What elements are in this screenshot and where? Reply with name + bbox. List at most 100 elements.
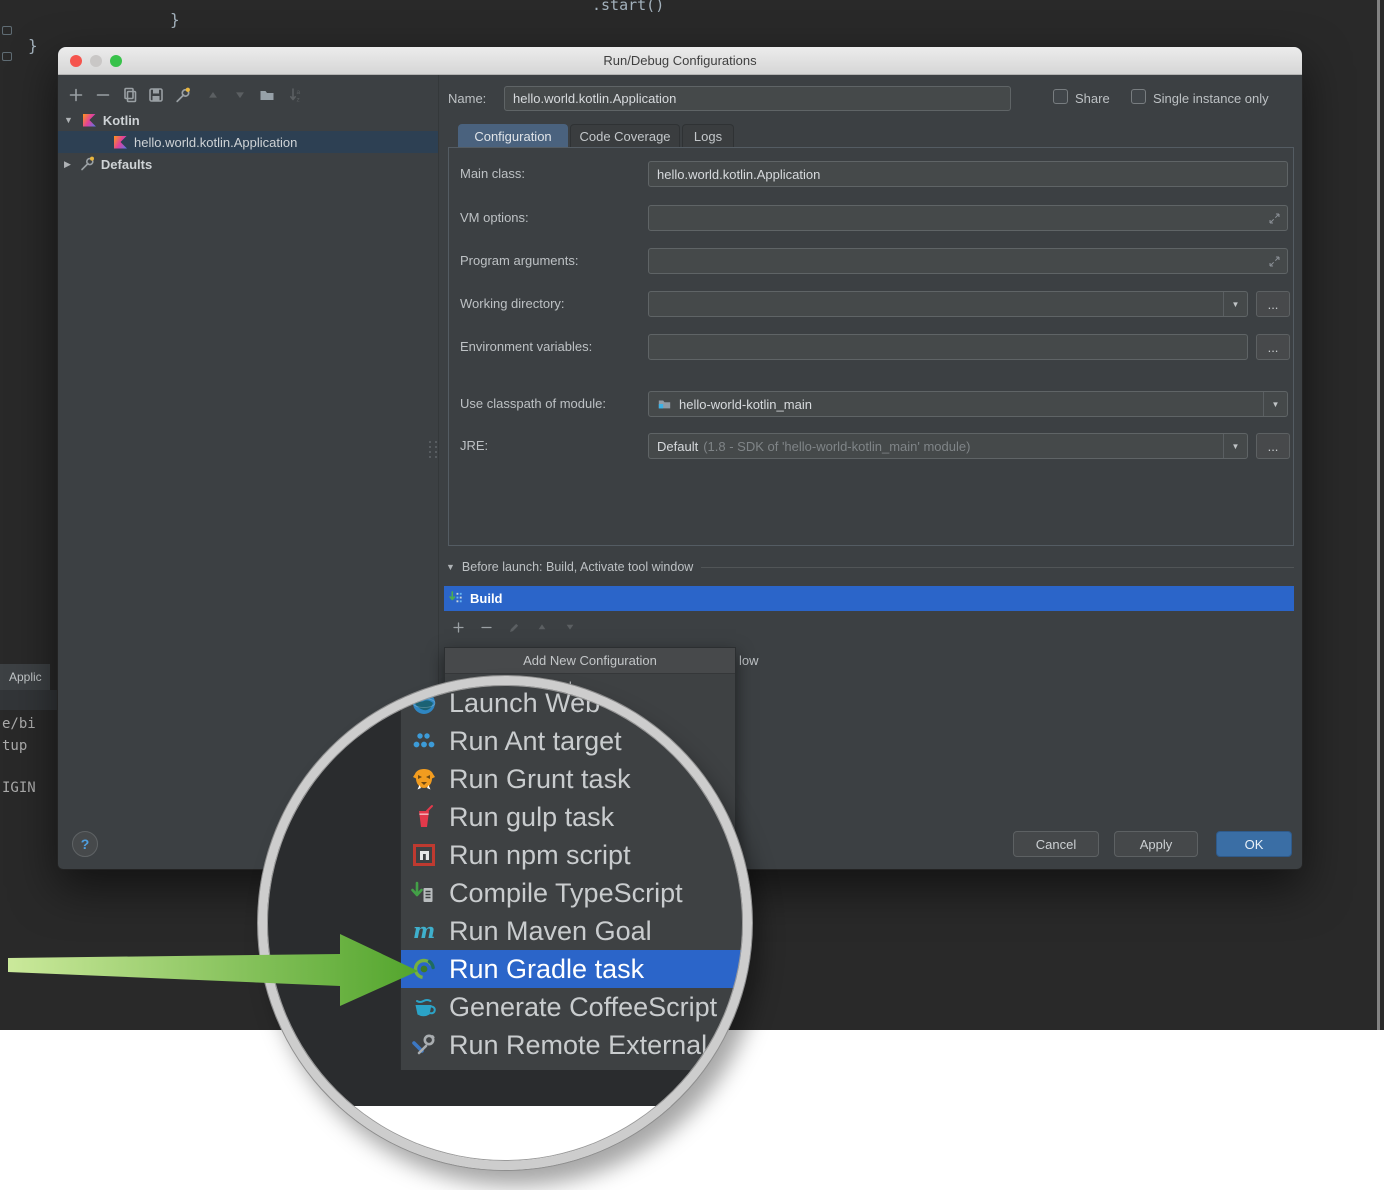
browse-jre-button[interactable]: ... <box>1256 433 1290 459</box>
program-arguments-input[interactable] <box>648 248 1288 274</box>
ok-button[interactable]: OK <box>1216 831 1292 857</box>
divider <box>701 567 1294 568</box>
svg-text:a: a <box>297 89 301 96</box>
pencil-icon <box>508 621 521 634</box>
name-value: hello.world.kotlin.Application <box>513 91 676 106</box>
browse-environment-variables-button[interactable]: ... <box>1256 334 1290 360</box>
tab-code-coverage[interactable]: Code Coverage <box>570 124 680 148</box>
menu-item-generate-coffeescript[interactable]: Generate CoffeeScript <box>401 988 752 1026</box>
remote-external-tool-icon <box>411 1032 437 1058</box>
cancel-button[interactable]: Cancel <box>1013 831 1099 857</box>
dialog-titlebar[interactable]: Run/Debug Configurations <box>58 47 1302 75</box>
chevron-right-icon[interactable]: ▶ <box>64 159 71 170</box>
console-text: e/bi <box>2 716 36 732</box>
vm-options-label: VM options: <box>460 210 529 225</box>
edit-defaults-button[interactable] <box>172 85 192 105</box>
minus-icon <box>480 621 493 634</box>
move-down-button[interactable] <box>230 85 250 105</box>
vm-options-input[interactable] <box>648 205 1288 231</box>
expand-field-icon[interactable] <box>1268 212 1281 225</box>
help-button[interactable]: ? <box>72 831 98 857</box>
environment-variables-input[interactable] <box>648 334 1248 360</box>
browse-working-directory-button[interactable]: ... <box>1256 291 1290 317</box>
console-text: tup <box>2 738 27 754</box>
minimize-window-button[interactable] <box>90 55 102 67</box>
menu-item-run-gradle-task[interactable]: Run Gradle task <box>401 950 752 988</box>
menu-item-run-npm-script[interactable]: Run npm script <box>401 836 752 874</box>
menu-item-label: Run Ant target <box>449 726 622 757</box>
menu-item-run-remote-external[interactable]: Run Remote External <box>401 1026 752 1064</box>
screenshot-stage: .start() } } Applic e/bi tup IGIN Run/De… <box>0 0 1384 1190</box>
menu-item-run-gulp-task[interactable]: Run gulp task <box>401 798 752 836</box>
expand-field-icon[interactable] <box>1268 255 1281 268</box>
typescript-icon <box>411 880 437 906</box>
name-input[interactable]: hello.world.kotlin.Application <box>504 86 1011 111</box>
menu-item-label: Launch Web <box>449 688 600 719</box>
sort-configurations-button[interactable]: az <box>286 85 306 105</box>
menu-item-launch-web[interactable]: Launch Web <box>401 684 752 722</box>
before-launch-header[interactable]: ▼ Before launch: Build, Activate tool wi… <box>446 560 1294 574</box>
before-launch-task-build[interactable]: Build <box>444 586 1294 611</box>
chevron-down-icon[interactable]: ▼ <box>1223 292 1247 316</box>
tab-configuration[interactable]: Configuration <box>458 124 568 148</box>
jre-combobox[interactable]: Default (1.8 - SDK of 'hello-world-kotli… <box>648 433 1248 459</box>
add-task-button[interactable] <box>448 617 468 637</box>
zoom-window-button[interactable] <box>110 55 122 67</box>
single-instance-checkbox[interactable] <box>1131 89 1146 104</box>
tree-item-kotlin[interactable]: ▼ Kotlin <box>58 109 438 131</box>
move-task-up-button[interactable] <box>532 617 552 637</box>
tool-window-tab-application[interactable]: Applic <box>0 664 50 690</box>
kotlin-icon <box>114 136 127 149</box>
tree-item-application[interactable]: hello.world.kotlin.Application <box>58 131 438 153</box>
tree-item-defaults[interactable]: ▶ Defaults <box>58 153 438 175</box>
chevron-down-icon[interactable]: ▼ <box>1263 392 1287 416</box>
edit-task-button[interactable] <box>504 617 524 637</box>
fold-marker-icon[interactable] <box>2 52 12 61</box>
folder-icon <box>259 87 275 103</box>
menu-item-label: Compile TypeScript <box>449 878 683 909</box>
copy-icon <box>122 87 138 103</box>
main-class-value: hello.world.kotlin.Application <box>657 167 820 182</box>
menu-item-label: Run Remote External <box>449 1030 707 1061</box>
share-label: Share <box>1075 91 1110 106</box>
splitter-handle[interactable] <box>429 441 438 458</box>
environment-variables-label: Environment variables: <box>460 339 592 354</box>
move-task-down-button[interactable] <box>560 617 580 637</box>
dialog-title: Run/Debug Configurations <box>58 47 1302 74</box>
save-configuration-button[interactable] <box>146 85 166 105</box>
working-directory-label: Working directory: <box>460 296 565 311</box>
close-window-button[interactable] <box>70 55 82 67</box>
apply-button[interactable]: Apply <box>1114 831 1198 857</box>
menu-item-compile-typescript[interactable]: Compile TypeScript <box>401 874 752 912</box>
menu-item-label: Run Maven Goal <box>449 916 652 947</box>
jre-label: JRE: <box>460 438 488 453</box>
editor-scrollbar-strip[interactable] <box>1377 0 1380 1030</box>
plus-icon <box>452 621 465 634</box>
chevron-down-icon[interactable]: ▼ <box>446 562 455 572</box>
remove-task-button[interactable] <box>476 617 496 637</box>
menu-item-run-maven-goal[interactable]: m Run Maven Goal <box>401 912 752 950</box>
add-configuration-button[interactable] <box>66 85 86 105</box>
menu-item-run-grunt-task[interactable]: Run Grunt task <box>401 760 752 798</box>
menu-item-label: Run Gradle task <box>449 954 644 985</box>
main-class-input[interactable]: hello.world.kotlin.Application <box>648 161 1288 187</box>
menu-item-run-ant-target[interactable]: Run Ant target <box>401 722 752 760</box>
code-fragment: } <box>170 10 180 29</box>
chevron-down-icon[interactable]: ▼ <box>64 115 73 125</box>
program-arguments-label: Program arguments: <box>460 253 579 268</box>
classpath-combobox[interactable]: hello-world-kotlin_main ▼ <box>648 391 1288 417</box>
chevron-down-icon[interactable]: ▼ <box>1223 434 1247 458</box>
classpath-value: hello-world-kotlin_main <box>679 397 812 412</box>
fold-marker-icon[interactable] <box>2 26 12 35</box>
create-folder-button[interactable] <box>257 85 277 105</box>
copy-configuration-button[interactable] <box>120 85 140 105</box>
arrow-down-icon <box>564 621 576 633</box>
remove-configuration-button[interactable] <box>93 85 113 105</box>
tab-logs[interactable]: Logs <box>682 124 734 148</box>
working-directory-input[interactable]: ▼ <box>648 291 1248 317</box>
main-class-label: Main class: <box>460 166 525 181</box>
move-up-button[interactable] <box>203 85 223 105</box>
share-checkbox[interactable] <box>1053 89 1068 104</box>
tree-item-label: Kotlin <box>103 113 140 128</box>
module-icon <box>657 397 672 411</box>
